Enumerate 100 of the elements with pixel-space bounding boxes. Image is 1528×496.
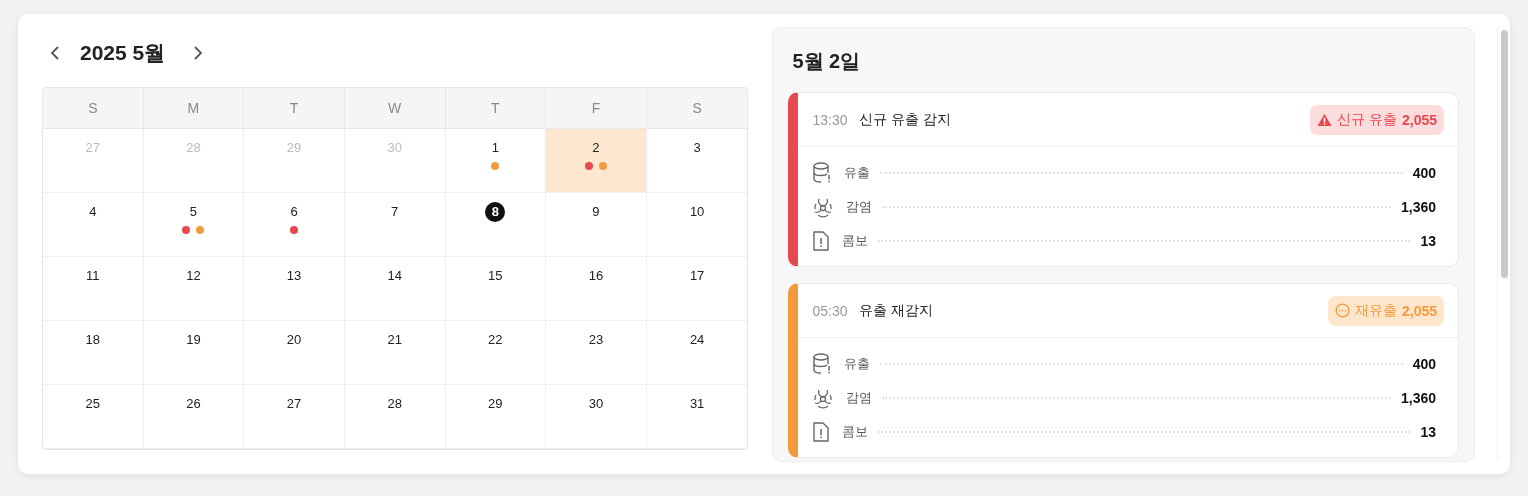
day-number: 19 (185, 331, 202, 349)
badge-count: 2,055 (1402, 111, 1438, 128)
day-number: 23 (587, 331, 605, 349)
day-cell[interactable]: 22 (445, 321, 547, 385)
metric-value: 400 (1412, 165, 1437, 181)
day-cell[interactable]: 19 (143, 321, 245, 385)
weekday-header: S (646, 88, 748, 129)
day-cell[interactable]: 12 (143, 257, 245, 321)
day-number: 30 (587, 395, 605, 413)
metric-label: 유출 (844, 355, 871, 373)
day-cell[interactable]: 28 (344, 385, 446, 449)
day-number: 24 (688, 331, 706, 349)
day-number: 30 (386, 139, 403, 157)
ellipsis-circle-icon (1335, 303, 1350, 318)
metric-value: 13 (1420, 424, 1437, 440)
day-number: 28 (386, 395, 403, 413)
day-number: 7 (390, 203, 400, 221)
day-cell[interactable]: 7 (344, 193, 446, 257)
day-number: 31 (688, 395, 706, 413)
day-cell[interactable]: 14 (344, 257, 446, 321)
day-number: 14 (386, 267, 403, 285)
day-number: 18 (84, 331, 102, 349)
day-cell[interactable]: 26 (143, 385, 245, 449)
event-time: 13:30 (812, 111, 848, 128)
day-cell[interactable]: 21 (344, 321, 446, 385)
chevron-left-icon[interactable] (50, 45, 60, 61)
weekday-header: M (143, 88, 245, 129)
day-number: 3 (692, 139, 702, 157)
day-cell[interactable]: 31 (646, 385, 748, 449)
database-icon (812, 353, 833, 375)
weekday-header: F (546, 88, 647, 129)
file-alert-icon (812, 421, 831, 443)
day-cell[interactable]: 2 (546, 129, 647, 193)
database-icon (812, 162, 833, 184)
day-cell[interactable]: 18 (43, 321, 144, 385)
day-cell[interactable]: 27 (244, 385, 345, 449)
day-cell[interactable]: 15 (445, 257, 547, 321)
day-cell[interactable]: 25 (43, 385, 144, 449)
day-number: 21 (386, 331, 403, 349)
day-number: 10 (688, 203, 706, 221)
metric-label: 감염 (846, 389, 873, 407)
day-cell[interactable]: 16 (546, 257, 647, 321)
day-number: 29 (285, 139, 303, 157)
day-number: 12 (185, 267, 202, 285)
metric-value: 13 (1420, 233, 1437, 249)
day-cell[interactable]: 20 (244, 321, 345, 385)
biohazard-icon (812, 387, 835, 409)
day-cell[interactable]: 29 (445, 385, 547, 449)
day-cell[interactable]: 23 (546, 321, 647, 385)
day-cell[interactable]: 3 (646, 129, 748, 193)
chevron-right-icon[interactable] (193, 45, 204, 61)
day-number: 27 (285, 395, 303, 413)
event-title: 신규 유출 감지 (859, 110, 952, 129)
day-number: 26 (185, 395, 202, 413)
day-number: 11 (85, 267, 101, 285)
day-number: 9 (591, 203, 601, 221)
day-cell[interactable]: 6 (244, 193, 345, 257)
day-number: 25 (84, 395, 102, 413)
metric-value: 1,360 (1401, 390, 1437, 406)
metric-label: 콤보 (842, 232, 869, 250)
metric-value: 400 (1412, 356, 1437, 372)
metric-label: 유출 (844, 164, 871, 182)
event-title: 유출 재감지 (859, 301, 934, 320)
day-cell[interactable]: 11 (43, 257, 144, 321)
day-cell[interactable]: 30 (546, 385, 647, 449)
day-number: 20 (285, 331, 303, 349)
day-cell[interactable]: 10 (646, 193, 748, 257)
biohazard-icon (812, 196, 835, 218)
day-number: 29 (487, 395, 504, 413)
day-cell[interactable]: 8 (445, 193, 547, 257)
day-number: 16 (587, 267, 605, 285)
metric-label: 감염 (846, 198, 873, 216)
day-number: 8 (485, 202, 506, 222)
metric-value: 1,360 (1401, 199, 1437, 215)
day-number: 1 (490, 139, 500, 157)
day-cell[interactable]: 17 (646, 257, 748, 321)
day-number: 27 (84, 139, 102, 157)
day-number: 2 (591, 139, 601, 157)
day-cell[interactable]: 24 (646, 321, 748, 385)
day-number: 6 (289, 203, 299, 221)
day-number: 4 (88, 203, 98, 221)
badge-label: 재유출 (1355, 301, 1397, 320)
month-title: 2025 5월 (80, 40, 166, 66)
detail-title: 5월 2일 (791, 49, 862, 73)
day-number: 17 (688, 267, 706, 285)
day-cell[interactable]: 13 (244, 257, 345, 321)
day-number: 28 (185, 139, 202, 157)
badge-label: 신규 유출 (1337, 110, 1397, 129)
day-number: 5 (188, 203, 199, 221)
day-cell[interactable]: 4 (43, 193, 144, 257)
day-cell[interactable]: 5 (143, 193, 245, 257)
file-alert-icon (812, 230, 831, 252)
event-time: 05:30 (812, 302, 848, 319)
scrollbar[interactable] (1497, 27, 1510, 459)
weekday-header: T (244, 88, 345, 129)
weekday-header: S (43, 88, 144, 129)
day-cell[interactable]: 9 (546, 193, 647, 257)
metric-label: 콤보 (842, 423, 869, 441)
day-number: 15 (487, 267, 504, 285)
warning-icon (1317, 112, 1333, 127)
